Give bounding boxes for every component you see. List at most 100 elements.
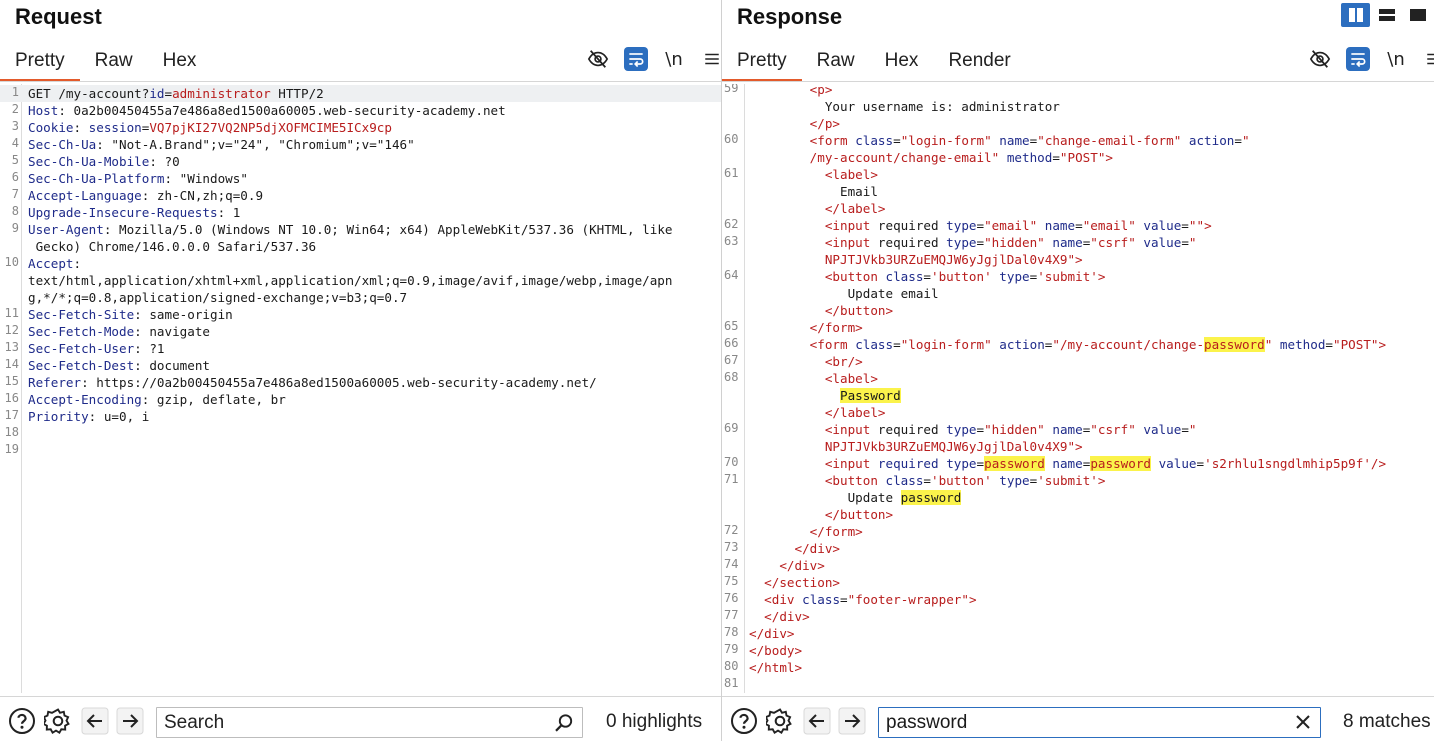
code-token: type bbox=[946, 422, 977, 437]
arrow-right-icon[interactable] bbox=[838, 707, 866, 735]
response-search-input[interactable] bbox=[879, 708, 1320, 737]
code-token: " bbox=[1188, 422, 1197, 437]
tab-pretty[interactable]: Pretty bbox=[722, 44, 802, 82]
menu-icon[interactable] bbox=[1422, 47, 1434, 71]
arrow-left-icon[interactable] bbox=[803, 707, 831, 735]
code-token: type bbox=[946, 235, 977, 250]
code-text: </html> bbox=[722, 659, 1434, 676]
request-line-3: 3 Cookie: session=VQ7pjKI27VQ2NP5djXOFMCI… bbox=[0, 119, 721, 136]
newline-toggle[interactable]: \n bbox=[1384, 47, 1408, 71]
line-number: 76 bbox=[724, 591, 739, 605]
response-editor[interactable]: 59 <p> Your username is: administrator <… bbox=[722, 84, 1434, 693]
arrow-right-icon[interactable] bbox=[116, 707, 144, 735]
code-text: Email bbox=[722, 183, 1434, 200]
arrow-left-icon[interactable] bbox=[81, 707, 109, 735]
code-token: > bbox=[824, 84, 833, 97]
layout-columns-icon[interactable] bbox=[1341, 3, 1370, 27]
tab-hex[interactable]: Hex bbox=[870, 44, 934, 82]
code-text: NPJTJVkb3URZuEMQJW6yJgjlDal0v4X9"> bbox=[722, 251, 1434, 268]
code-text: </div> bbox=[722, 625, 1434, 642]
code-token: = bbox=[1234, 133, 1242, 148]
response-line-continuation: </button> bbox=[722, 302, 1434, 319]
code-token: > bbox=[1105, 150, 1114, 165]
header-value: Mozilla/5.0 (Windows NT 10.0; Win64; x64… bbox=[119, 222, 673, 237]
code-token: = bbox=[976, 218, 985, 233]
line-number: 61 bbox=[724, 166, 739, 180]
code-text: </p> bbox=[722, 115, 1434, 132]
code-token: : bbox=[141, 392, 157, 407]
code-token: <button bbox=[824, 473, 878, 488]
code-token: class bbox=[885, 269, 924, 284]
response-line-59: 59 <p> bbox=[722, 84, 1434, 98]
response-line-61: 61 <label> bbox=[722, 166, 1434, 183]
help-icon[interactable] bbox=[730, 707, 758, 735]
search-match: password bbox=[1090, 456, 1151, 471]
response-line-continuation: NPJTJVkb3URZuEMQJW6yJgjlDal0v4X9"> bbox=[722, 438, 1434, 455]
code-token: Update bbox=[847, 490, 901, 505]
code-text: </div> bbox=[722, 557, 1434, 574]
help-icon[interactable] bbox=[8, 707, 36, 735]
request-editor[interactable]: 1 GET /my-account?id=administrator HTTP/2… bbox=[0, 84, 721, 693]
response-line-66: 66 <form class="login-form" action="/my-… bbox=[722, 336, 1434, 353]
code-token: class bbox=[855, 337, 894, 352]
tab-render[interactable]: Render bbox=[933, 44, 1025, 82]
hide-icon[interactable] bbox=[586, 47, 610, 71]
request-line-8: 8 Upgrade-Insecure-Requests: 1 bbox=[0, 204, 721, 221]
line-number: 4 bbox=[11, 136, 19, 150]
code-text: Cookie: session=VQ7pjKI27VQ2NP5djXOFMCIM… bbox=[0, 119, 721, 136]
code-token: <input bbox=[824, 422, 871, 437]
response-line-continuation: Update password bbox=[722, 489, 1434, 506]
code-token: method bbox=[1006, 150, 1053, 165]
response-line-continuation: NPJTJVkb3URZuEMQJW6yJgjlDal0v4X9"> bbox=[722, 251, 1434, 268]
code-token: "login-form" bbox=[900, 337, 992, 352]
code-token: = bbox=[840, 592, 848, 607]
code-token: <form bbox=[809, 133, 848, 148]
code-text: </label> bbox=[722, 200, 1434, 217]
code-token: = bbox=[923, 269, 932, 284]
gear-icon[interactable] bbox=[44, 707, 72, 735]
code-text: text/html,application/xhtml+xml,applicat… bbox=[28, 273, 673, 288]
tab-pretty[interactable]: Pretty bbox=[0, 44, 80, 82]
line-number: 8 bbox=[11, 204, 19, 218]
code-token: <label bbox=[824, 371, 871, 386]
tab-raw[interactable]: Raw bbox=[80, 44, 148, 82]
search-icon[interactable] bbox=[554, 713, 574, 738]
code-token: > bbox=[877, 201, 886, 216]
gear-icon[interactable] bbox=[766, 707, 794, 735]
wrap-icon[interactable] bbox=[624, 47, 648, 71]
header-name: Sec-Fetch-Mode bbox=[28, 324, 135, 339]
code-text: <input required type="hidden" name="csrf… bbox=[722, 234, 1434, 251]
code-token: > bbox=[832, 116, 841, 131]
hide-icon[interactable] bbox=[1308, 47, 1332, 71]
line-number: 6 bbox=[11, 170, 19, 184]
code-text: g,*/*;q=0.8,application/signed-exchange;… bbox=[28, 290, 408, 305]
line-number: 67 bbox=[724, 353, 739, 367]
code-token: </div bbox=[764, 609, 803, 624]
code-token: <div bbox=[764, 592, 795, 607]
code-token: : bbox=[217, 205, 233, 220]
code-token: required bbox=[877, 456, 939, 471]
line-number: 74 bbox=[724, 557, 739, 571]
request-tabs-divider bbox=[0, 81, 721, 82]
layout-rows-icon[interactable] bbox=[1372, 3, 1401, 27]
line-number: 63 bbox=[724, 234, 739, 248]
code-token: name bbox=[1052, 422, 1083, 437]
code-token: : bbox=[134, 324, 150, 339]
newline-toggle[interactable]: \n bbox=[662, 47, 686, 71]
code-token: "POST" bbox=[1333, 337, 1379, 352]
tab-raw[interactable]: Raw bbox=[802, 44, 870, 82]
clear-icon[interactable] bbox=[1294, 713, 1312, 736]
request-search-input[interactable] bbox=[157, 708, 582, 737]
layout-single-icon[interactable] bbox=[1403, 3, 1432, 27]
wrap-icon[interactable] bbox=[1346, 47, 1370, 71]
header-value: https://0a2b00450455a7e486a8ed1500a60005… bbox=[96, 375, 597, 390]
code-text: Sec-Fetch-Dest: document bbox=[0, 357, 721, 374]
request-line-17: 17 Priority: u=0, i bbox=[0, 408, 721, 425]
tab-hex[interactable]: Hex bbox=[148, 44, 212, 82]
header-value: "Windows" bbox=[179, 171, 248, 186]
